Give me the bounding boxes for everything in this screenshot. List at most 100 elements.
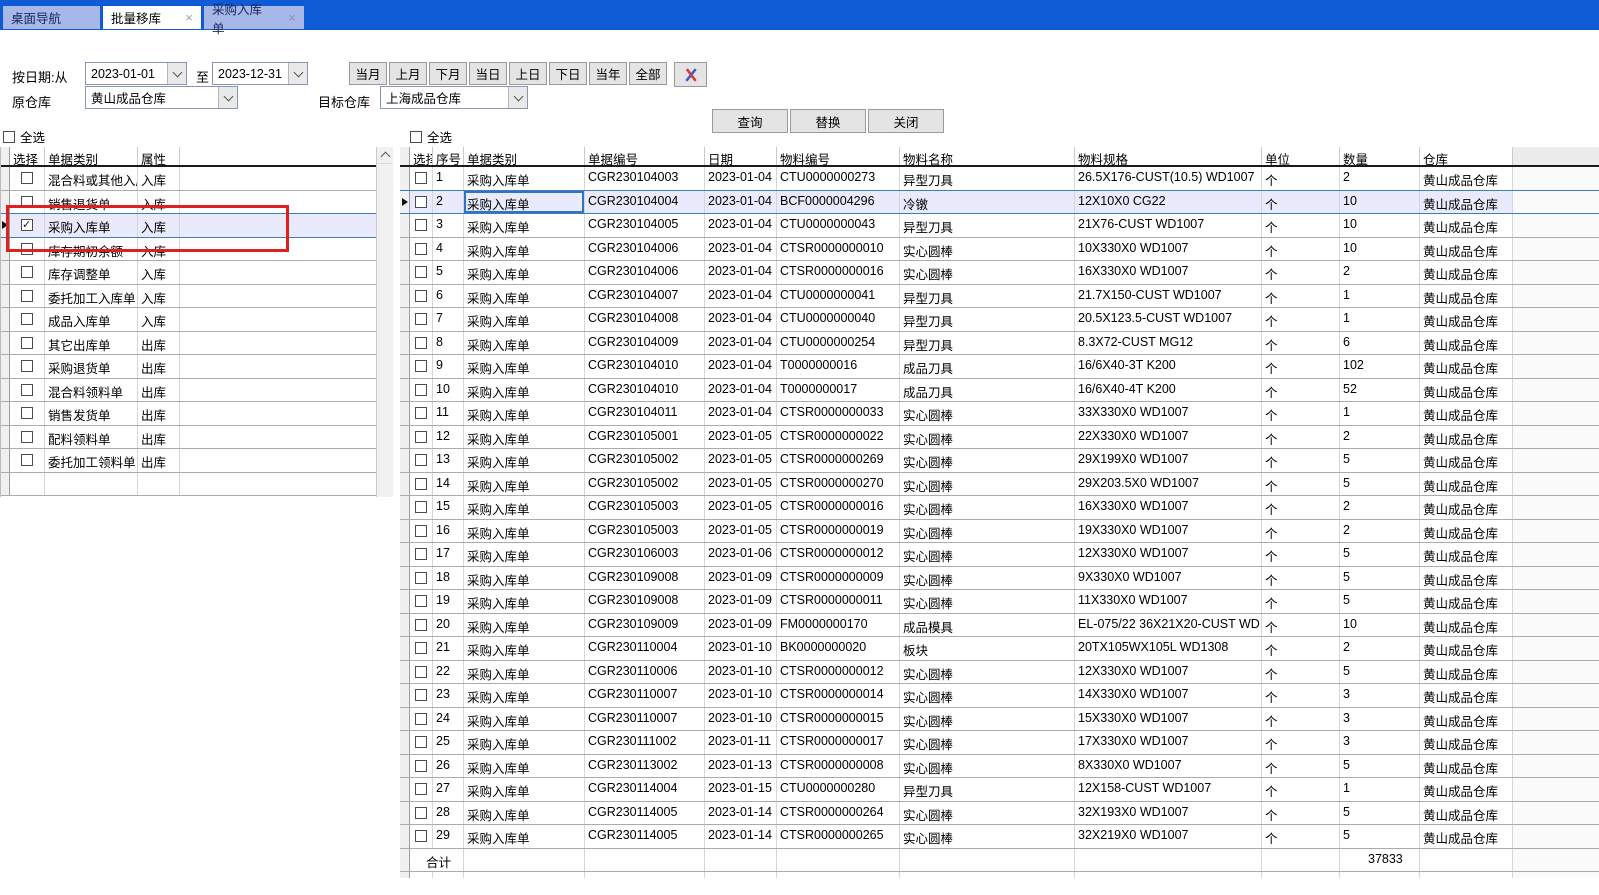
quick-range-button[interactable]: 下日 [549, 62, 587, 85]
col-header-qty[interactable]: 数量 [1340, 147, 1420, 165]
row-checkbox[interactable] [415, 313, 427, 325]
orders-select-all[interactable]: 全选 [410, 127, 452, 146]
row-checkbox[interactable] [21, 407, 33, 419]
select-all-checkbox[interactable] [410, 131, 422, 143]
doc-type-row[interactable]: 采购退货单 出库 [1, 355, 377, 379]
col-header-warehouse[interactable]: 仓库 [1420, 147, 1513, 165]
row-checkbox[interactable] [415, 431, 427, 443]
col-header-doc-type[interactable]: 单据类别 [464, 147, 585, 165]
chevron-down-icon[interactable] [288, 63, 307, 84]
doc-type-row[interactable]: 委托加工入库单 入库 [1, 285, 377, 309]
row-checkbox[interactable] [415, 713, 427, 725]
row-checkbox[interactable] [21, 172, 33, 184]
row-checkbox[interactable] [415, 689, 427, 701]
row-checkbox[interactable] [415, 290, 427, 302]
tab-desktop-nav[interactable]: 桌面导航 [3, 6, 100, 29]
row-checkbox[interactable] [415, 525, 427, 537]
order-row[interactable]: 5 采购入库单 CGR230104006 2023-01-04 CTSR0000… [400, 261, 1599, 285]
query-button[interactable]: 查询 [712, 109, 788, 133]
quick-range-button[interactable]: 当年 [589, 62, 627, 85]
doc-type-row[interactable]: 销售发货单 出库 [1, 402, 377, 426]
row-checkbox[interactable] [415, 478, 427, 490]
row-checkbox[interactable] [415, 407, 427, 419]
order-row[interactable]: 26 采购入库单 CGR230113002 2023-01-13 CTSR000… [400, 755, 1599, 779]
chevron-down-icon[interactable] [508, 87, 527, 108]
quick-range-button[interactable]: 上日 [509, 62, 547, 85]
quick-range-button[interactable]: 全部 [629, 62, 667, 85]
row-checkbox[interactable] [415, 196, 427, 208]
col-header-item-name[interactable]: 物料名称 [900, 147, 1075, 165]
chevron-down-icon[interactable] [167, 63, 186, 84]
row-checkbox[interactable] [415, 760, 427, 772]
order-row[interactable]: 23 采购入库单 CGR230110007 2023-01-10 CTSR000… [400, 684, 1599, 708]
doc-type-row[interactable]: 成品入库单 入库 [1, 308, 377, 332]
order-row[interactable]: 22 采购入库单 CGR230110006 2023-01-10 CTSR000… [400, 661, 1599, 685]
order-row[interactable]: 4 采购入库单 CGR230104006 2023-01-04 CTSR0000… [400, 238, 1599, 262]
doc-type-row[interactable]: 混合料领料单 出库 [1, 379, 377, 403]
quick-range-button[interactable]: 当日 [469, 62, 507, 85]
chevron-down-icon[interactable] [218, 87, 237, 108]
col-header-select[interactable]: 选择 [410, 147, 433, 165]
order-row[interactable]: 9 采购入库单 CGR230104010 2023-01-04 T0000000… [400, 355, 1599, 379]
order-row[interactable]: 10 采购入库单 CGR230104010 2023-01-04 T000000… [400, 379, 1599, 403]
row-checkbox[interactable] [21, 219, 33, 231]
order-row[interactable]: 7 采购入库单 CGR230104008 2023-01-04 CTU00000… [400, 308, 1599, 332]
order-row[interactable]: 24 采购入库单 CGR230110007 2023-01-10 CTSR000… [400, 708, 1599, 732]
row-checkbox[interactable] [415, 572, 427, 584]
order-row[interactable]: 11 采购入库单 CGR230104011 2023-01-04 CTSR000… [400, 402, 1599, 426]
doc-type-row[interactable] [1, 473, 377, 497]
row-checkbox[interactable] [415, 736, 427, 748]
order-row[interactable]: 1 采购入库单 CGR230104003 2023-01-04 CTU00000… [400, 167, 1599, 191]
order-row[interactable]: 14 采购入库单 CGR230105002 2023-01-05 CTSR000… [400, 473, 1599, 497]
row-checkbox[interactable] [415, 830, 427, 842]
row-checkbox[interactable] [21, 431, 33, 443]
order-row[interactable]: 15 采购入库单 CGR230105003 2023-01-05 CTSR000… [400, 496, 1599, 520]
quick-range-button[interactable]: 当月 [349, 62, 387, 85]
row-checkbox[interactable] [21, 454, 33, 466]
row-checkbox[interactable] [21, 266, 33, 278]
order-row[interactable]: 16 采购入库单 CGR230105003 2023-01-05 CTSR000… [400, 520, 1599, 544]
col-header-date[interactable]: 日期 [705, 147, 777, 165]
order-row[interactable]: 28 采购入库单 CGR230114005 2023-01-14 CTSR000… [400, 802, 1599, 826]
doc-type-row[interactable]: 委托加工领料单 出库 [1, 449, 377, 473]
order-row[interactable]: 12 采购入库单 CGR230105001 2023-01-05 CTSR000… [400, 426, 1599, 450]
doc-type-row[interactable]: 库存调整单 入库 [1, 261, 377, 285]
doc-type-row[interactable]: 库存期初余额 入库 [1, 238, 377, 262]
order-row[interactable]: 8 采购入库单 CGR230104009 2023-01-04 CTU00000… [400, 332, 1599, 356]
row-checkbox[interactable] [21, 243, 33, 255]
order-row[interactable]: 20 采购入库单 CGR230109009 2023-01-09 FM00000… [400, 614, 1599, 638]
row-checkbox[interactable] [415, 783, 427, 795]
row-checkbox[interactable] [415, 548, 427, 560]
left-grid-scrollbar[interactable] [376, 147, 393, 497]
quick-range-button[interactable]: 下月 [429, 62, 467, 85]
row-checkbox[interactable] [415, 666, 427, 678]
close-button[interactable]: 关闭 [868, 109, 944, 133]
row-checkbox[interactable] [415, 595, 427, 607]
date-from-select[interactable]: 2023-01-01 [85, 62, 187, 85]
row-checkbox[interactable] [415, 384, 427, 396]
col-header-doc-no[interactable]: 单据编号 [585, 147, 705, 165]
col-header-doc-type[interactable]: 单据类别 [45, 147, 138, 165]
row-checkbox[interactable] [415, 642, 427, 654]
order-row[interactable]: 2 采购入库单 CGR230104004 2023-01-04 BCF00000… [400, 190, 1599, 215]
row-checkbox[interactable] [21, 384, 33, 396]
target-warehouse-select[interactable]: 上海成品仓库 [380, 86, 528, 109]
order-row[interactable]: 17 采购入库单 CGR230106003 2023-01-06 CTSR000… [400, 543, 1599, 567]
row-checkbox[interactable] [415, 360, 427, 372]
doc-type-row[interactable]: 其它出库单 出库 [1, 332, 377, 356]
date-to-select[interactable]: 2023-12-31 [212, 62, 308, 85]
select-all-checkbox[interactable] [3, 131, 15, 143]
order-row[interactable]: 19 采购入库单 CGR230109008 2023-01-09 CTSR000… [400, 590, 1599, 614]
row-checkbox[interactable] [415, 172, 427, 184]
doc-type-row[interactable]: 销售退货单 入库 [1, 191, 377, 215]
row-checkbox[interactable] [415, 619, 427, 631]
order-row[interactable]: 6 采购入库单 CGR230104007 2023-01-04 CTU00000… [400, 285, 1599, 309]
col-header-unit[interactable]: 单位 [1262, 147, 1340, 165]
close-icon[interactable]: × [274, 10, 296, 25]
row-checkbox[interactable] [415, 337, 427, 349]
row-checkbox[interactable] [21, 196, 33, 208]
row-checkbox[interactable] [415, 266, 427, 278]
row-checkbox[interactable] [415, 454, 427, 466]
order-row[interactable]: 3 采购入库单 CGR230104005 2023-01-04 CTU00000… [400, 214, 1599, 238]
col-header-item-code[interactable]: 物料编号 [777, 147, 900, 165]
